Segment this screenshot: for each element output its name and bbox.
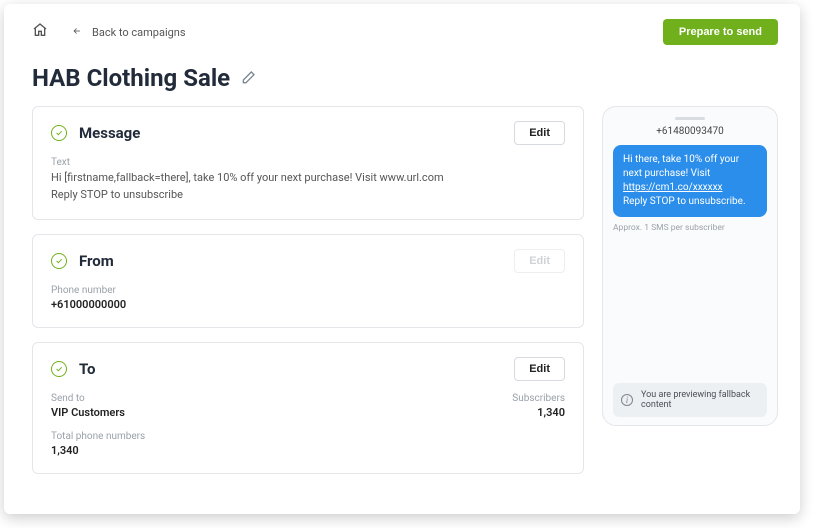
preview-footer-text: You are previewing fallback content — [641, 390, 759, 410]
send-to-value: VIP Customers — [51, 406, 125, 419]
check-icon — [51, 125, 67, 141]
to-card-title: To — [51, 360, 96, 378]
total-phone-value: 1,340 — [51, 444, 565, 457]
message-text-label: Text — [51, 157, 565, 168]
from-edit-button: Edit — [514, 249, 565, 273]
sms-line-3: Reply STOP to unsubscribe. — [623, 196, 746, 207]
from-title-text: From — [79, 252, 114, 270]
subscribers-value: 1,340 — [512, 406, 565, 419]
back-label: Back to campaigns — [92, 26, 186, 39]
preview-sender-number: +61480093470 — [613, 126, 767, 137]
message-text-line-1: Hi [firstname,fallback=there], take 10% … — [51, 171, 444, 184]
preview-footer: i You are previewing fallback content — [613, 383, 767, 417]
message-edit-button[interactable]: Edit — [514, 121, 565, 145]
message-text-line-2: Reply STOP to unsubscribe — [51, 188, 183, 201]
phone-number-value: +61000000000 — [51, 298, 565, 311]
message-card: Message Edit Text Hi [firstname,fallback… — [32, 106, 584, 220]
sms-line-1: Hi there, take 10% off your next purchas… — [623, 154, 739, 179]
from-card: From Edit Phone number +61000000000 — [32, 234, 584, 328]
topbar-left: Back to campaigns — [32, 22, 186, 42]
back-to-campaigns-link[interactable]: Back to campaigns — [70, 26, 186, 39]
arrow-left-icon — [70, 26, 84, 39]
to-edit-button[interactable]: Edit — [514, 357, 565, 381]
phone-number-label: Phone number — [51, 285, 565, 296]
page-title: HAB Clothing Sale — [32, 64, 778, 92]
check-icon — [51, 361, 67, 377]
prepare-to-send-button[interactable]: Prepare to send — [663, 19, 778, 45]
to-title-text: To — [79, 360, 96, 378]
from-card-title: From — [51, 252, 114, 270]
page-title-text: HAB Clothing Sale — [32, 64, 230, 92]
sms-preview-phone: +61480093470 Hi there, take 10% off your… — [602, 106, 778, 426]
message-text-body: Hi [firstname,fallback=there], take 10% … — [51, 170, 565, 203]
sms-bubble: Hi there, take 10% off your next purchas… — [613, 145, 767, 217]
phone-speaker-icon — [675, 117, 705, 120]
total-phone-label: Total phone numbers — [51, 431, 565, 442]
check-icon — [51, 253, 67, 269]
send-to-label: Send to — [51, 393, 125, 404]
message-card-title: Message — [51, 124, 140, 142]
home-icon[interactable] — [32, 22, 48, 42]
info-icon: i — [621, 394, 633, 406]
sms-link[interactable]: https://cm1.co/xxxxxx — [623, 182, 723, 193]
approx-sms-text: Approx. 1 SMS per subscriber — [613, 223, 767, 233]
topbar: Back to campaigns Prepare to send — [32, 16, 778, 48]
subscribers-label: Subscribers — [512, 393, 565, 404]
edit-title-icon[interactable] — [240, 64, 256, 92]
message-title-text: Message — [79, 124, 140, 142]
to-card: To Edit Send to VIP Customers Subscriber… — [32, 342, 584, 474]
